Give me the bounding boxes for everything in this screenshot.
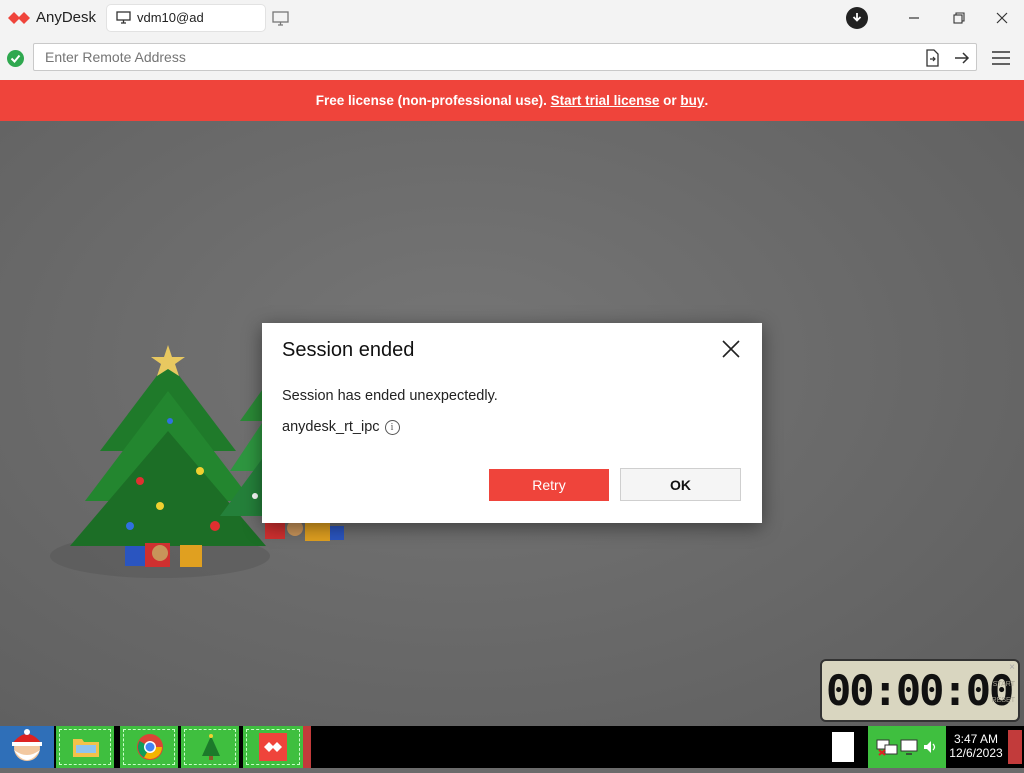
taskbar-anydesk[interactable] (243, 726, 303, 768)
banner-or: or (659, 93, 681, 108)
new-tab-icon[interactable] (271, 10, 291, 28)
volume-icon[interactable] (922, 739, 938, 755)
taskbar-clock[interactable]: 3:47 AM 12/6/2023 (946, 732, 1006, 760)
network-icon[interactable] (876, 738, 898, 756)
clock-time: 3:47 AM (953, 732, 999, 746)
retry-button[interactable]: Retry (489, 469, 609, 501)
app-title: AnyDesk (36, 9, 97, 26)
display-icon[interactable] (900, 738, 918, 756)
download-button[interactable] (837, 0, 877, 36)
minimize-icon (909, 17, 919, 19)
close-window-button[interactable] (982, 0, 1022, 36)
hamburger-menu-icon[interactable] (991, 49, 1011, 67)
show-desktop-button[interactable] (1008, 730, 1022, 764)
clock-date: 12/6/2023 (949, 746, 1003, 760)
timer-close-icon[interactable]: × (1009, 662, 1015, 673)
address-toolbar (0, 36, 1024, 80)
system-tray (868, 726, 946, 768)
dialog-title: Session ended (282, 339, 415, 361)
start-trial-link[interactable]: Start trial license (551, 93, 660, 108)
monitor-icon (116, 11, 131, 24)
banner-period: . (704, 93, 709, 108)
taskbar-file-explorer[interactable] (56, 726, 114, 768)
title-bar: AnyDesk vdm10@ad (0, 0, 1024, 36)
timer-display: 00:00:00 (826, 666, 1014, 715)
session-ended-dialog: Session ended Session has ended unexpect… (262, 323, 762, 523)
info-icon[interactable]: i (384, 420, 400, 435)
buy-link[interactable]: buy (680, 93, 704, 108)
taskbar-christmas-tree[interactable] (181, 726, 239, 768)
santa-start-icon (12, 729, 42, 761)
anydesk-icon (259, 733, 287, 761)
download-icon (846, 7, 868, 29)
taskbar-chrome[interactable] (120, 726, 178, 768)
error-code-row: anydesk_rt_ipc i (282, 419, 400, 435)
dialog-message: Session has ended unexpectedly. (282, 388, 498, 404)
christmas-tree-icon (202, 734, 220, 760)
start-button[interactable] (0, 726, 54, 768)
license-banner: Free license (non-professional use). Sta… (0, 80, 1024, 121)
close-icon[interactable] (717, 335, 745, 363)
restore-icon (953, 12, 965, 24)
error-code: anydesk_rt_ipc (282, 419, 380, 435)
restore-button[interactable] (939, 0, 979, 36)
connect-arrow-icon[interactable] (953, 49, 971, 67)
tab-label: vdm10@ad (137, 10, 204, 25)
timer-reset-button[interactable]: RESET (992, 697, 1015, 704)
timer-widget: 00:00:00 × START RESET (820, 659, 1020, 722)
close-icon (996, 12, 1008, 24)
minimize-button[interactable] (894, 0, 934, 36)
chrome-icon (137, 734, 163, 760)
session-tab[interactable]: vdm10@ad (107, 5, 265, 31)
ok-button[interactable]: OK (620, 468, 741, 501)
taskbar: 3:47 AM 12/6/2023 (0, 726, 1024, 768)
connection-status-icon (7, 50, 24, 67)
christmas-tree-left-icon (70, 345, 266, 567)
anydesk-logo-icon (8, 12, 30, 24)
file-transfer-icon[interactable] (923, 49, 941, 67)
folder-icon (73, 739, 99, 757)
remote-address-input[interactable] (45, 48, 905, 66)
timer-start-button[interactable]: START (993, 681, 1015, 688)
banner-text: Free license (non-professional use). (315, 93, 551, 108)
taskbar-divider (303, 726, 311, 768)
taskbar-window-preview[interactable] (832, 732, 854, 762)
remote-address-field[interactable] (33, 43, 977, 71)
